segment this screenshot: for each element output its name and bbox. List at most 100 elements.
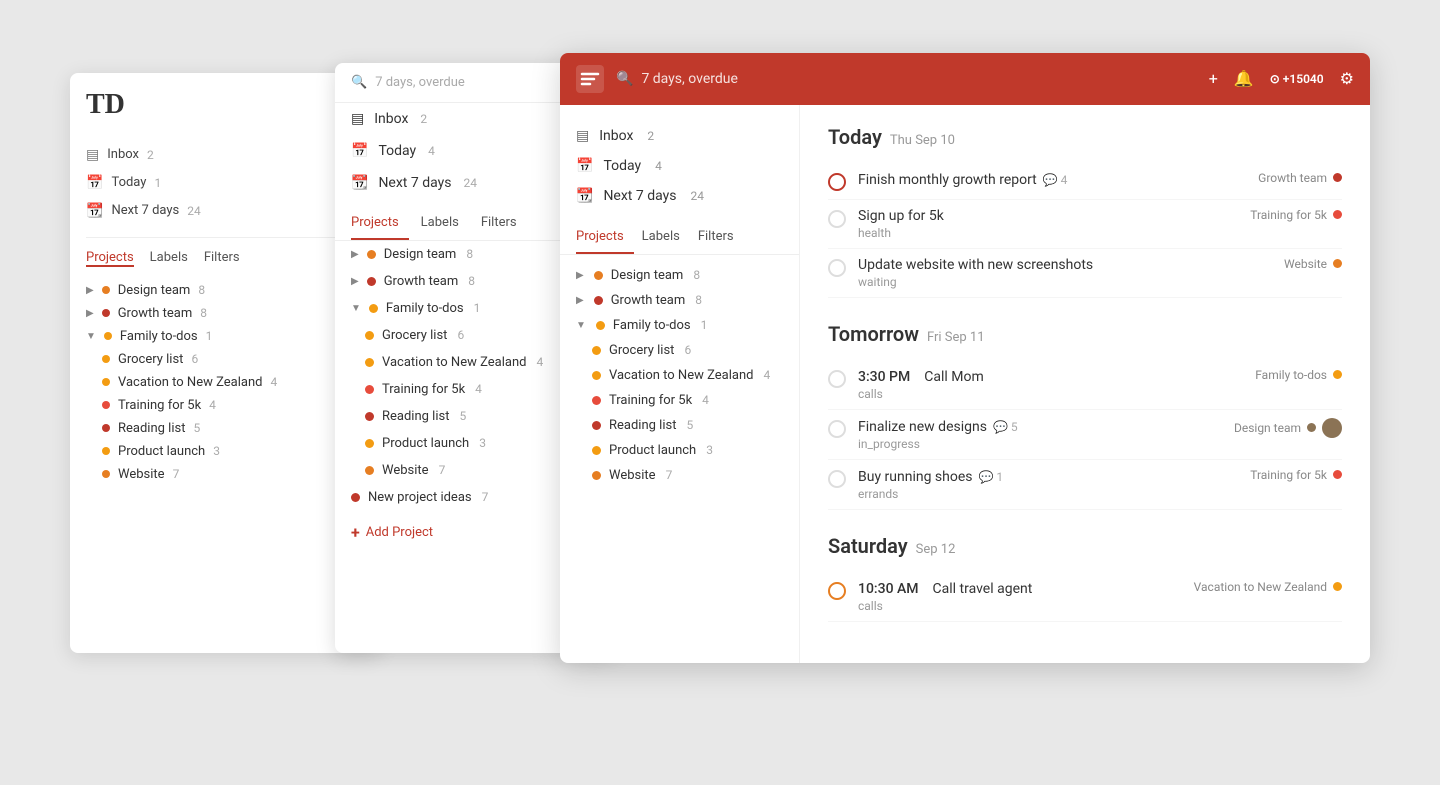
task-dot-call-travel	[1333, 582, 1342, 591]
topbar-karma-button[interactable]: ⊙ +15040	[1270, 72, 1324, 86]
sidebar-proj-vacation[interactable]: Vacation to New Zealand 4	[560, 363, 799, 388]
sidebar-today[interactable]: 📅 Today 4	[560, 151, 799, 181]
task-right-finish-growth: Growth team	[1258, 171, 1342, 185]
sidebar-proj-count-product: 3	[706, 443, 713, 457]
topbar-bell-button[interactable]: 🔔	[1234, 69, 1254, 88]
sidebar-proj-count-training: 4	[702, 393, 709, 407]
middle-inbox-label: Inbox	[374, 111, 408, 127]
back-proj-vacation[interactable]: Vacation to New Zealand 4	[86, 371, 364, 394]
back-proj-design[interactable]: ▶ Design team 8	[86, 279, 364, 302]
task-right-buy-shoes: Training for 5k	[1250, 468, 1342, 482]
back-tab-projects[interactable]: Projects	[86, 250, 134, 267]
task-check-call-travel[interactable]	[828, 582, 846, 600]
back-next7-badge: 24	[187, 204, 201, 218]
sidebar-proj-grocery[interactable]: Grocery list 6	[560, 338, 799, 363]
sidebar-proj-dot-design	[594, 271, 603, 280]
sidebar-proj-family[interactable]: ▼ Family to-dos 1	[560, 313, 799, 338]
sidebar-tab-labels[interactable]: Labels	[642, 223, 690, 254]
sidebar-proj-reading[interactable]: Reading list 5	[560, 413, 799, 438]
back-panel-logo: TD	[86, 89, 364, 121]
topbar-settings-button[interactable]: ⚙	[1340, 69, 1354, 88]
middle-proj-label-vacation: Vacation to New Zealand	[382, 355, 526, 370]
sidebar-proj-training[interactable]: Training for 5k 4	[560, 388, 799, 413]
task-dot-buy-shoes	[1333, 470, 1342, 479]
back-proj-family[interactable]: ▼ Family to-dos 1	[86, 325, 364, 348]
tomorrow-title: Tomorrow	[828, 322, 919, 346]
main-sidebar: ▤ Inbox 2 📅 Today 4 📆 Next 7 days 24 Pro…	[560, 105, 800, 663]
task-finalize-designs: Finalize new designs 💬 5 in_progress Des…	[828, 410, 1342, 460]
back-proj-label-growth: Growth team	[118, 306, 193, 321]
sidebar-inbox[interactable]: ▤ Inbox 2	[560, 121, 799, 151]
middle-proj-count-reading: 5	[459, 409, 466, 423]
sidebar-proj-growth[interactable]: ▶ Growth team 8	[560, 288, 799, 313]
sidebar-tab-filters[interactable]: Filters	[698, 223, 744, 254]
task-right-call-travel: Vacation to New Zealand	[1194, 580, 1342, 594]
middle-today-badge: 4	[428, 144, 435, 158]
task-right-signup-5k: Training for 5k	[1250, 208, 1342, 222]
task-dot-finish-growth	[1333, 173, 1342, 182]
task-check-buy-shoes[interactable]	[828, 470, 846, 488]
task-title-finalize-designs: Finalize new designs	[858, 419, 987, 435]
sidebar-proj-count-family: 1	[701, 318, 708, 332]
back-today-nav[interactable]: 📅 Today 1	[86, 169, 364, 197]
task-comment-finish-growth: 💬 4	[1043, 173, 1068, 187]
task-sub-call-travel: calls	[858, 599, 1182, 613]
middle-tab-projects[interactable]: Projects	[351, 207, 409, 240]
back-tab-labels[interactable]: Labels	[150, 250, 188, 267]
middle-proj-dot-family	[369, 304, 378, 313]
main-content: ▤ Inbox 2 📅 Today 4 📆 Next 7 days 24 Pro…	[560, 105, 1370, 663]
task-comment-buy-shoes: 💬 1	[979, 470, 1004, 484]
back-proj-label-product: Product launch	[118, 444, 205, 459]
task-title-buy-shoes: Buy running shoes	[858, 469, 973, 485]
back-proj-growth[interactable]: ▶ Growth team 8	[86, 302, 364, 325]
sidebar-proj-design[interactable]: ▶ Design team 8	[560, 263, 799, 288]
back-proj-label-family: Family to-dos	[120, 329, 198, 344]
task-sub-finalize-designs: in_progress	[858, 437, 1222, 451]
task-avatar-finalize-designs	[1322, 418, 1342, 438]
tomorrow-section: Tomorrow Fri Sep 11 3:30 PM Call Mom cal…	[828, 322, 1342, 510]
saturday-date: Sep 12	[916, 542, 956, 557]
task-check-finish-growth[interactable]	[828, 173, 846, 191]
task-proj-finish-growth: Growth team	[1258, 171, 1327, 185]
back-tab-filters[interactable]: Filters	[204, 250, 240, 267]
task-title-call-mom: Call Mom	[924, 369, 984, 385]
sidebar-tabs: Projects Labels Filters	[560, 223, 799, 255]
sidebar-today-badge: 4	[655, 159, 662, 173]
middle-proj-label-training: Training for 5k	[382, 382, 465, 397]
sidebar-proj-product[interactable]: Product launch 3	[560, 438, 799, 463]
task-title-update-website: Update website with new screenshots	[858, 257, 1272, 273]
sidebar-proj-website[interactable]: Website 7	[560, 463, 799, 488]
back-next7-nav[interactable]: 📆 Next 7 days 24	[86, 197, 364, 225]
back-proj-label-training: Training for 5k	[118, 398, 201, 413]
back-proj-product[interactable]: Product launch 3	[86, 440, 364, 463]
add-project-label: Add Project	[366, 525, 433, 540]
task-check-signup-5k[interactable]	[828, 210, 846, 228]
middle-tab-labels[interactable]: Labels	[421, 207, 469, 240]
middle-proj-dot-vacation	[365, 358, 374, 367]
task-finish-growth: Finish monthly growth report 💬 4 Growth …	[828, 163, 1342, 200]
sidebar-tab-projects[interactable]: Projects	[576, 223, 634, 254]
sidebar-proj-dot-website	[592, 471, 601, 480]
middle-proj-arrow-family: ▼	[351, 303, 361, 314]
middle-proj-count-family: 1	[474, 301, 481, 315]
task-check-finalize-designs[interactable]	[828, 420, 846, 438]
back-proj-training[interactable]: Training for 5k 4	[86, 394, 364, 417]
topbar-search[interactable]: 🔍 7 days, overdue	[616, 71, 1197, 87]
middle-proj-label-website: Website	[382, 463, 429, 478]
task-signup-5k: Sign up for 5k health Training for 5k	[828, 200, 1342, 249]
back-proj-grocery[interactable]: Grocery list 6	[86, 348, 364, 371]
back-proj-website[interactable]: Website 7	[86, 463, 364, 486]
back-proj-reading[interactable]: Reading list 5	[86, 417, 364, 440]
topbar-add-button[interactable]: +	[1209, 69, 1218, 88]
middle-proj-count-vacation: 4	[536, 355, 543, 369]
task-check-update-website[interactable]	[828, 259, 846, 277]
sidebar-next7[interactable]: 📆 Next 7 days 24	[560, 181, 799, 211]
task-title-call-travel: Call travel agent	[933, 581, 1033, 597]
back-proj-count-reading: 5	[193, 421, 200, 435]
back-inbox-nav[interactable]: ▤ Inbox 2	[86, 141, 364, 169]
task-check-call-mom[interactable]	[828, 370, 846, 388]
sidebar-today-label: Today	[603, 158, 641, 174]
middle-tab-filters[interactable]: Filters	[481, 207, 527, 240]
back-proj-arrow-design: ▶	[86, 285, 94, 296]
middle-proj-label-newproject: New project ideas	[368, 490, 472, 505]
